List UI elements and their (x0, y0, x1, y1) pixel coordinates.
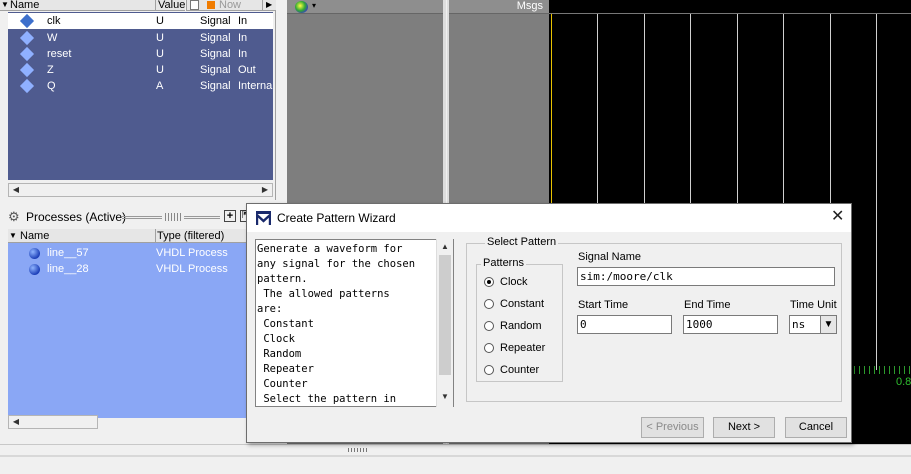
select-pattern-label: Select Pattern (485, 236, 559, 248)
signal-name-label: Signal Name (578, 251, 641, 263)
object-row[interactable]: W U Signal In (8, 30, 273, 46)
processes-horizontal-scrollbar[interactable]: ◀ (8, 415, 98, 429)
signal-name-field[interactable]: sim:/moore/clk (577, 267, 835, 286)
dropdown-arrow-icon[interactable]: ▾ (312, 1, 316, 10)
chevron-down-icon[interactable]: ▼ (820, 316, 836, 333)
end-time-label: End Time (684, 299, 731, 311)
input-signal-icon (19, 30, 35, 46)
radio-random[interactable]: Random (484, 319, 568, 333)
grip-handle[interactable] (122, 216, 162, 219)
scroll-down-arrow-icon[interactable]: ▼ (439, 391, 451, 403)
object-row[interactable]: reset U Signal In (8, 46, 273, 62)
timeline-ticks (849, 366, 911, 374)
objects-value-header[interactable]: Value (155, 0, 185, 11)
grip-handle[interactable] (165, 213, 181, 221)
objects-horizontal-scrollbar[interactable]: ◀ ▶ (8, 183, 273, 197)
radio-clock[interactable]: Clock (484, 275, 568, 289)
cancel-button[interactable]: Cancel (785, 417, 847, 438)
wave-toolbar: ▾ (287, 0, 446, 14)
start-time-label: Start Time (578, 299, 629, 311)
close-icon[interactable]: ✕ (831, 209, 844, 225)
collapse-arrow-icon[interactable]: ▼ (1, 0, 9, 10)
time-unit-label: Time Unit (790, 299, 837, 311)
radio-constant[interactable]: Constant (484, 297, 568, 311)
description-vertical-scrollbar[interactable]: ▲ ▼ (436, 239, 453, 407)
scroll-right-arrow-icon[interactable]: ▶ (259, 184, 271, 196)
modelsim-logo-icon (256, 211, 271, 225)
objects-now-header[interactable]: Now (186, 0, 262, 11)
start-time-field[interactable]: 0 (577, 315, 672, 334)
internal-signal-icon (19, 78, 35, 94)
colorful-wave-icon[interactable] (295, 1, 308, 13)
expand-icon[interactable]: + (224, 210, 236, 222)
objects-panel: ▼ Name Value Now ▶ clk U Signal In W U S… (0, 0, 276, 200)
end-time-field[interactable]: 1000 (683, 315, 778, 334)
collapse-arrow-icon[interactable]: ▼ (9, 229, 17, 242)
scroll-left-arrow-icon[interactable]: ◀ (10, 416, 22, 428)
patterns-label: Patterns (481, 257, 526, 269)
create-pattern-wizard-dialog: Create Pattern Wizard ✕ Generate a wavef… (246, 203, 852, 443)
processes-title-bar: ⚙ Processes (Active) + ⇱ (0, 208, 276, 226)
radio-counter[interactable]: Counter (484, 363, 568, 377)
radio-unselected-icon[interactable] (484, 299, 494, 309)
cursor-icon (190, 0, 199, 10)
processes-name-header[interactable]: ▼ Name (8, 229, 155, 243)
objects-list: clk U Signal In W U Signal In reset U Si… (8, 12, 273, 180)
dialog-title-bar[interactable]: Create Pattern Wizard ✕ (247, 204, 851, 232)
radio-selected-icon[interactable] (484, 277, 494, 287)
grip-handle[interactable] (348, 448, 368, 452)
description-text: Generate a waveform for any signal for t… (255, 239, 454, 407)
msgs-header: Msgs (449, 0, 549, 14)
radio-repeater[interactable]: Repeater (484, 341, 568, 355)
process-icon (29, 248, 40, 259)
grid-line (876, 14, 877, 370)
now-marker-icon (207, 1, 215, 9)
processes-list: line__57 VHDL Process line__28 VHDL Proc… (8, 243, 248, 418)
input-signal-icon (19, 13, 35, 29)
divider (0, 455, 911, 457)
processes-panel: ⚙ Processes (Active) + ⇱ ▼ Name Type (fi… (0, 205, 276, 431)
process-row[interactable]: line__28 VHDL Process (8, 261, 253, 277)
input-signal-icon (19, 46, 35, 62)
wave-header (549, 0, 911, 14)
next-button[interactable]: Next > (713, 417, 775, 438)
radio-unselected-icon[interactable] (484, 343, 494, 353)
timeline-label: 0.8 (896, 376, 911, 388)
scroll-up-arrow-icon[interactable]: ▲ (439, 241, 451, 253)
gear-icon: ⚙ (8, 209, 20, 224)
grip-handle[interactable] (184, 216, 220, 219)
scrollbar-thumb[interactable] (439, 255, 451, 375)
process-row[interactable]: line__57 VHDL Process (8, 245, 253, 261)
previous-button[interactable]: < Previous (641, 417, 704, 438)
dialog-title: Create Pattern Wizard (277, 211, 396, 225)
objects-name-header[interactable]: ▼ Name (0, 0, 155, 11)
object-row[interactable]: clk U Signal In (8, 13, 273, 29)
object-row[interactable]: Z U Signal Out (8, 62, 273, 78)
time-unit-select[interactable]: ns ▼ (789, 315, 837, 334)
process-icon (29, 264, 40, 275)
scroll-right-arrow-icon[interactable]: ▶ (262, 0, 276, 11)
output-signal-icon (19, 62, 35, 78)
radio-unselected-icon[interactable] (484, 365, 494, 375)
bottom-status-strip (0, 444, 911, 460)
processes-type-header[interactable]: Type (filtered) (155, 229, 248, 243)
scroll-left-arrow-icon[interactable]: ◀ (10, 184, 22, 196)
object-row[interactable]: Q A Signal Interna (8, 78, 273, 94)
radio-unselected-icon[interactable] (484, 321, 494, 331)
